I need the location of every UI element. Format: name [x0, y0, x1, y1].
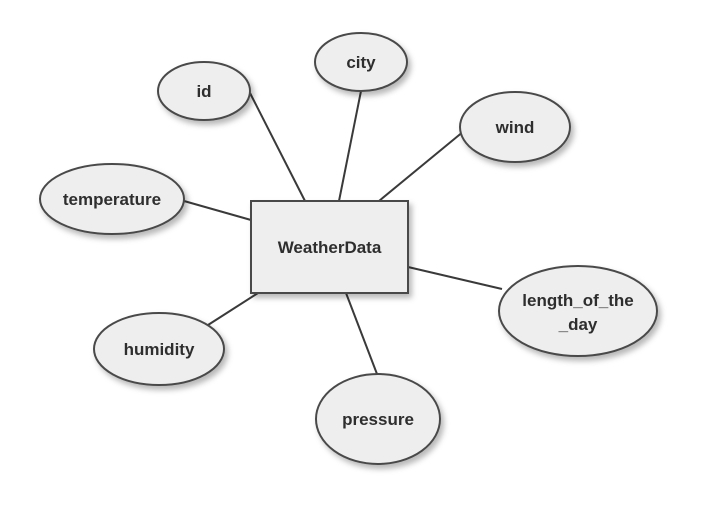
attribute-temperature[interactable]: temperature	[39, 163, 185, 235]
attribute-label-wind: wind	[495, 118, 535, 137]
attribute-label-city: city	[346, 53, 376, 72]
attribute-city[interactable]: city	[314, 32, 408, 92]
connector-humidity	[207, 292, 259, 326]
attribute-humidity[interactable]: humidity	[93, 312, 225, 386]
connector-temperature	[183, 200, 252, 221]
attribute-id[interactable]: id	[157, 61, 251, 121]
connector-length-of-the-day	[407, 266, 503, 290]
er-diagram: WeatherData id city wind temperature len…	[39, 32, 658, 465]
attribute-label-humidity: humidity	[124, 340, 195, 359]
attribute-wind[interactable]: wind	[459, 91, 571, 163]
connector-id	[249, 92, 306, 202]
connector-city	[338, 90, 362, 202]
attribute-label-id: id	[196, 82, 211, 101]
attribute-label-temperature: temperature	[63, 190, 161, 209]
attribute-label-length-of-the-day-line2: _day	[558, 315, 598, 334]
attribute-label-length-of-the-day-line1: length_of_the	[522, 291, 633, 310]
connector-pressure	[345, 292, 378, 375]
attribute-label-pressure: pressure	[342, 410, 414, 429]
attribute-length-of-the-day[interactable]: length_of_the _day	[498, 265, 658, 357]
entity-weatherdata[interactable]: WeatherData	[250, 200, 409, 294]
entity-label: WeatherData	[278, 238, 382, 257]
attribute-pressure[interactable]: pressure	[315, 373, 441, 465]
connector-wind	[378, 130, 465, 202]
